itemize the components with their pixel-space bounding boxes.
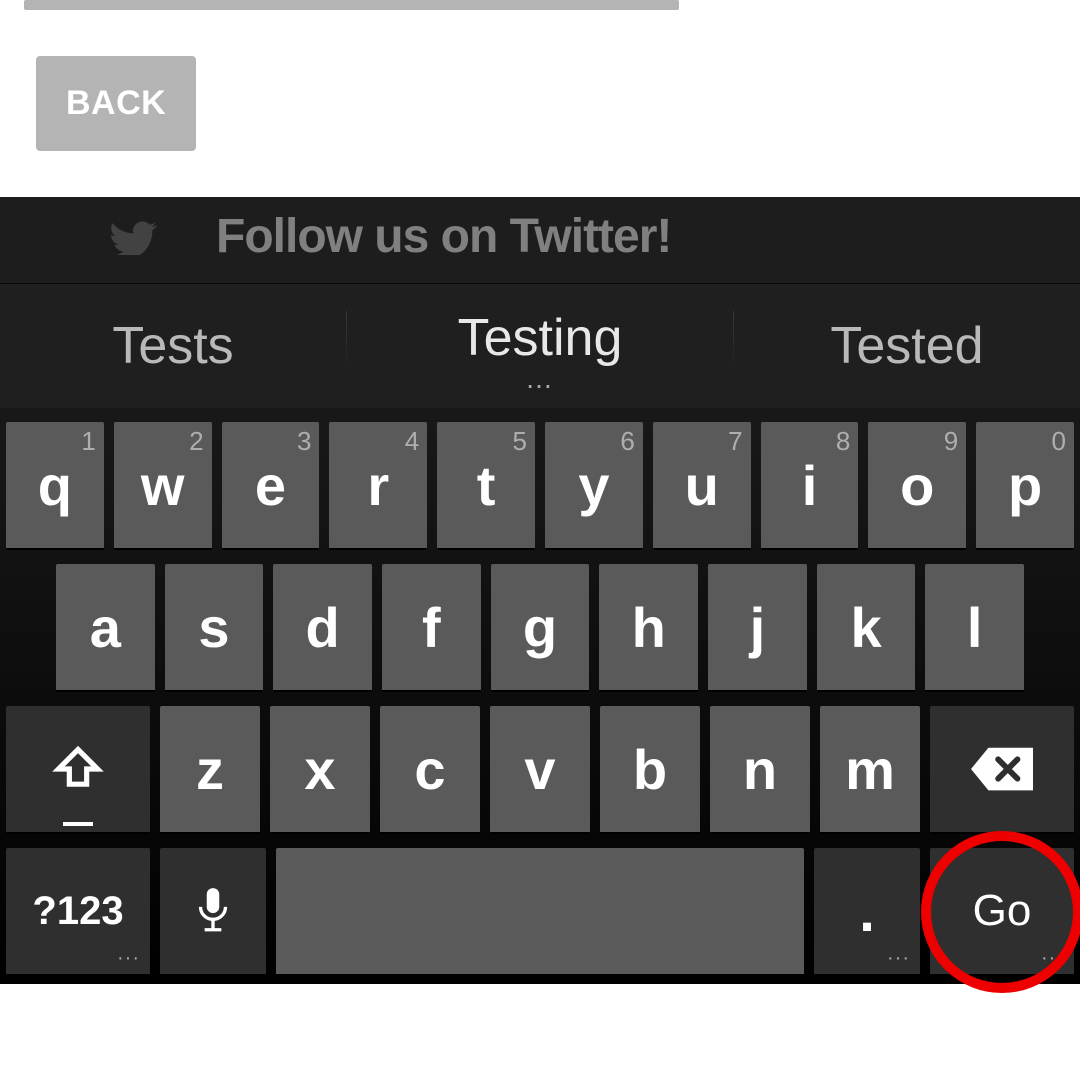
key-alt-label: 7 — [728, 426, 742, 457]
key-h[interactable]: h — [599, 564, 698, 692]
key-alt-label: 5 — [513, 426, 527, 457]
suggestion-label: Tested — [830, 316, 983, 376]
key-w[interactable]: w2 — [114, 422, 212, 550]
on-screen-keyboard: Tests Testing … Tested q1w2e3r4t5y6u7i8o… — [0, 283, 1080, 984]
key-a[interactable]: a — [56, 564, 155, 692]
backspace-key[interactable] — [930, 706, 1074, 834]
popup-dots-icon: ··· — [1041, 947, 1064, 970]
key-k[interactable]: k — [817, 564, 916, 692]
key-p[interactable]: p0 — [976, 422, 1074, 550]
key-z[interactable]: z — [160, 706, 260, 834]
key-alt-label: 8 — [836, 426, 850, 457]
voice-input-key[interactable] — [160, 848, 266, 976]
key-j[interactable]: j — [708, 564, 807, 692]
backspace-icon — [971, 747, 1033, 791]
key-b[interactable]: b — [600, 706, 700, 834]
key-f[interactable]: f — [382, 564, 481, 692]
key-label: x — [304, 737, 335, 802]
suggestion-right[interactable]: Tested — [734, 316, 1080, 376]
key-label: h — [632, 595, 666, 660]
key-g[interactable]: g — [491, 564, 590, 692]
key-label: d — [306, 595, 340, 660]
keyboard-row-2: asdfghjkl — [6, 564, 1074, 692]
suggestion-center[interactable]: Testing … — [347, 308, 733, 384]
spacebar-key[interactable] — [276, 848, 804, 976]
key-alt-label: 1 — [81, 426, 95, 457]
key-alt-label: 3 — [297, 426, 311, 457]
key-u[interactable]: u7 — [653, 422, 751, 550]
key-y[interactable]: y6 — [545, 422, 643, 550]
key-s[interactable]: s — [165, 564, 264, 692]
key-label: j — [750, 595, 766, 660]
key-label: o — [900, 453, 934, 518]
shift-underline-icon — [63, 822, 93, 826]
back-button[interactable]: BACK — [36, 56, 196, 151]
key-t[interactable]: t5 — [437, 422, 535, 550]
key-e[interactable]: e3 — [222, 422, 320, 550]
key-l[interactable]: l — [925, 564, 1024, 692]
key-d[interactable]: d — [273, 564, 372, 692]
keyboard-row-4: ?123 ··· . ··· Go ··· — [6, 848, 1074, 976]
key-x[interactable]: x — [270, 706, 370, 834]
key-label: n — [743, 737, 777, 802]
key-label: y — [578, 453, 609, 518]
key-label: t — [477, 453, 496, 518]
key-label: c — [414, 737, 445, 802]
go-key-label: Go — [973, 886, 1032, 936]
key-label: i — [802, 453, 818, 518]
key-label: g — [523, 595, 557, 660]
key-r[interactable]: r4 — [329, 422, 427, 550]
popup-dots-icon: ··· — [887, 947, 910, 970]
key-m[interactable]: m — [820, 706, 920, 834]
twitter-link-text[interactable]: Follow us on Twitter! — [216, 209, 671, 264]
suggestion-label: Testing — [458, 308, 623, 368]
key-label: m — [845, 737, 895, 802]
key-alt-label: 0 — [1052, 426, 1066, 457]
key-alt-label: 9 — [944, 426, 958, 457]
key-o[interactable]: o9 — [868, 422, 966, 550]
input-field-remnant — [24, 0, 679, 10]
key-label: b — [633, 737, 667, 802]
key-label: e — [255, 453, 286, 518]
microphone-icon — [196, 886, 230, 936]
key-label: r — [367, 453, 389, 518]
shift-arrow-icon — [52, 743, 104, 795]
key-label: w — [141, 453, 185, 518]
suggestion-label: Tests — [112, 316, 233, 376]
keyboard-row-1: q1w2e3r4t5y6u7i8o9p0 — [6, 422, 1074, 550]
key-label: z — [196, 737, 224, 802]
period-key[interactable]: . ··· — [814, 848, 920, 976]
key-label: f — [422, 595, 441, 660]
key-label: a — [90, 595, 121, 660]
key-alt-label: 4 — [405, 426, 419, 457]
key-label: l — [967, 595, 983, 660]
suggestion-left[interactable]: Tests — [0, 316, 346, 376]
symbols-key[interactable]: ?123 ··· — [6, 848, 150, 976]
key-label: u — [685, 453, 719, 518]
go-key[interactable]: Go ··· — [930, 848, 1074, 976]
shift-key[interactable] — [6, 706, 150, 834]
key-label: p — [1008, 453, 1042, 518]
popup-dots-icon: ··· — [117, 947, 140, 970]
key-label: s — [198, 595, 229, 660]
key-i[interactable]: i8 — [761, 422, 859, 550]
key-alt-label: 2 — [189, 426, 203, 457]
key-label: q — [38, 453, 72, 518]
footer-banner: Follow us on Twitter! — [0, 197, 1080, 283]
suggestion-bar: Tests Testing … Tested — [0, 283, 1080, 408]
twitter-bird-icon — [106, 217, 160, 255]
key-label: k — [850, 595, 881, 660]
key-label: v — [524, 737, 555, 802]
key-q[interactable]: q1 — [6, 422, 104, 550]
symbols-key-label: ?123 — [32, 889, 123, 934]
key-c[interactable]: c — [380, 706, 480, 834]
period-key-label: . — [859, 879, 875, 944]
key-alt-label: 6 — [620, 426, 634, 457]
key-n[interactable]: n — [710, 706, 810, 834]
more-suggestions-icon: … — [525, 374, 555, 384]
keyboard-row-3: zxcvbnm — [6, 706, 1074, 834]
key-v[interactable]: v — [490, 706, 590, 834]
